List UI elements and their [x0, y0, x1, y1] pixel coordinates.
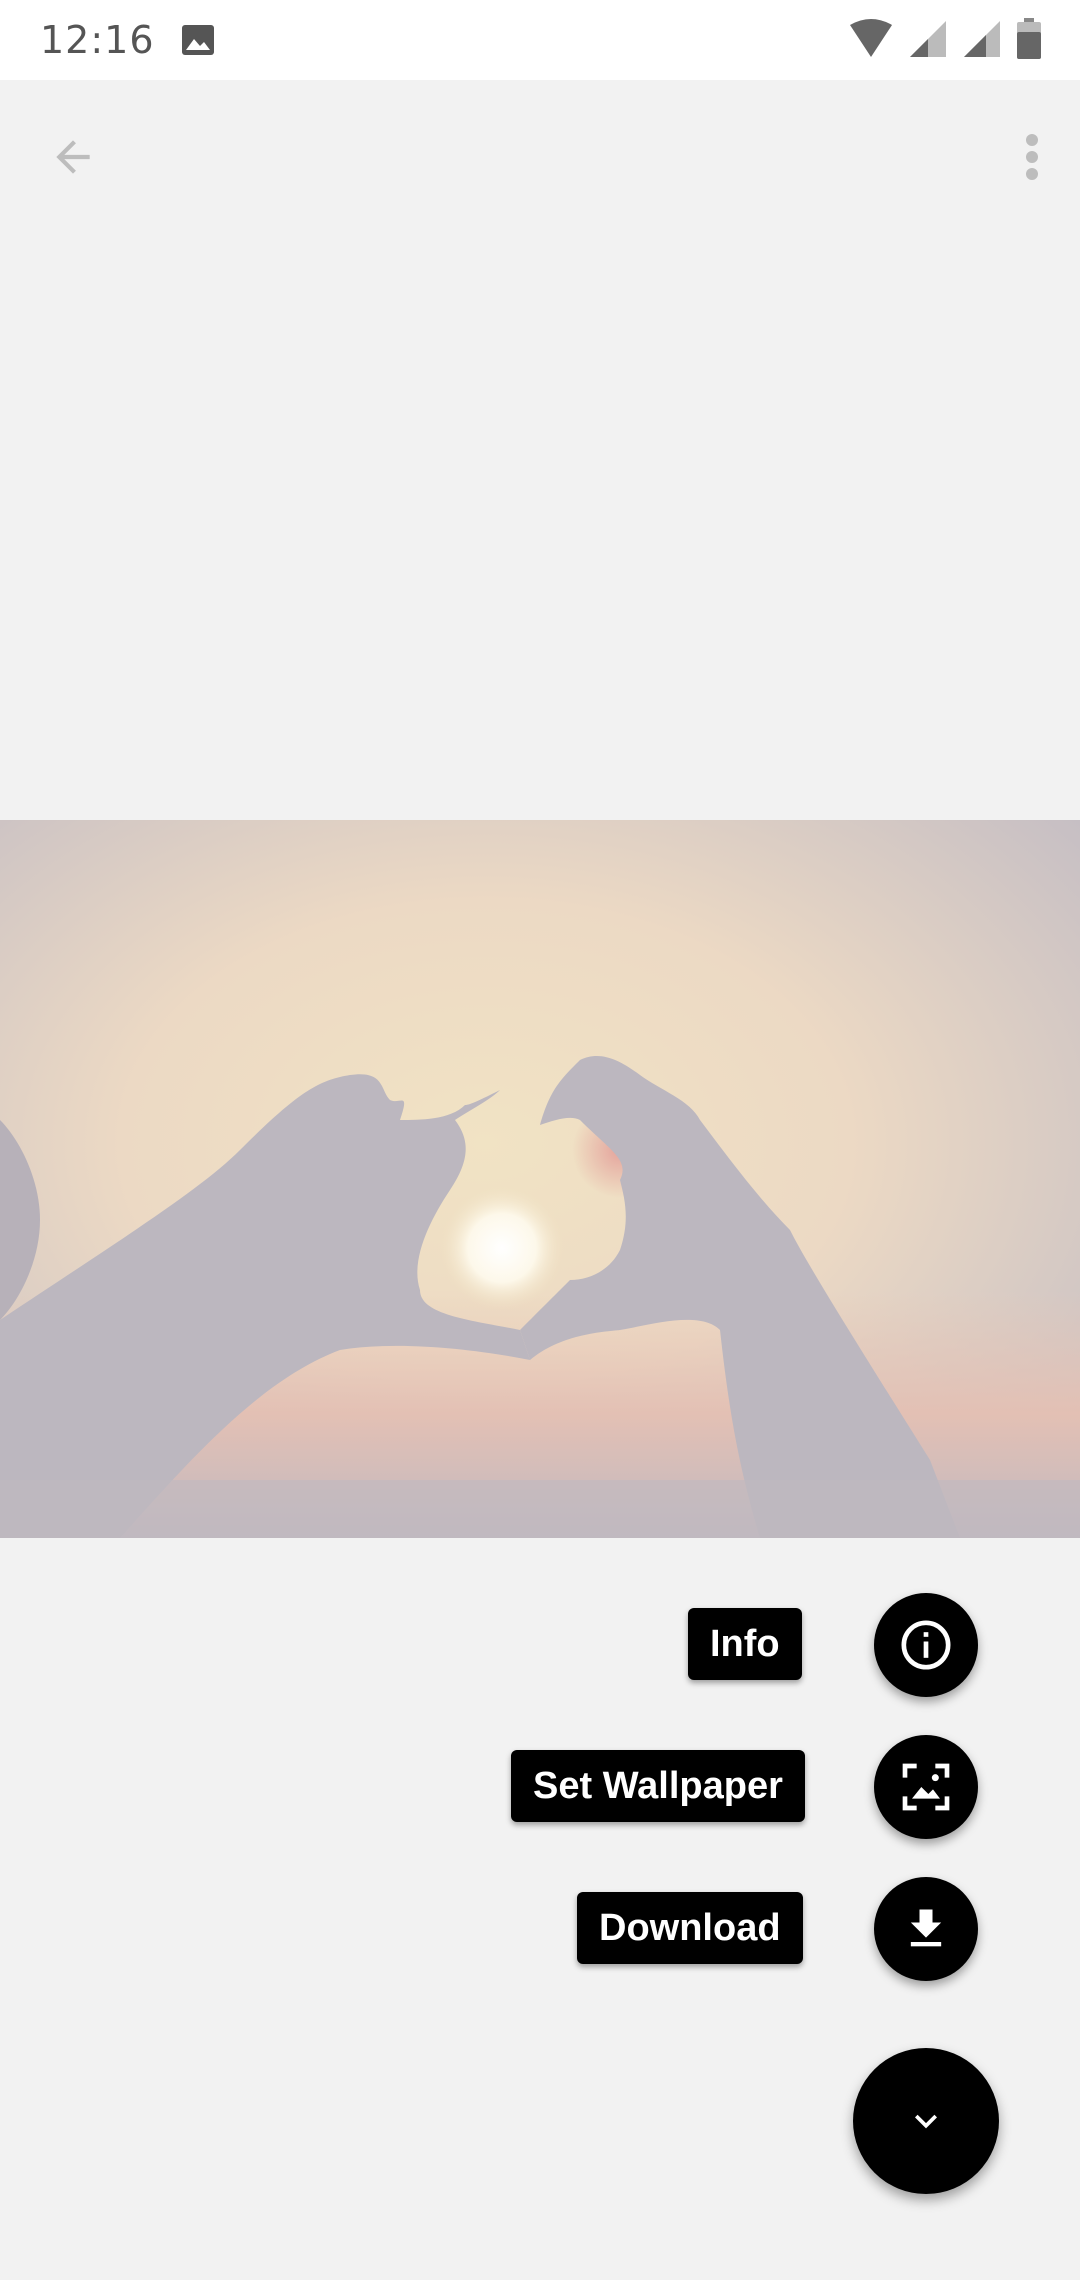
download-label[interactable]: Download: [577, 1892, 803, 1964]
info-icon: [901, 1620, 951, 1670]
signal-1-icon: [910, 21, 946, 57]
toolbar: [0, 80, 1080, 230]
signal-2-icon: [964, 21, 1000, 57]
wallpaper-icon: [902, 1763, 950, 1811]
gallery-notification-icon: [181, 25, 214, 55]
more-vert-icon: [1026, 134, 1038, 180]
arrow-back-icon: [56, 140, 90, 174]
battery-icon: [1017, 18, 1041, 59]
info-label[interactable]: Info: [688, 1608, 802, 1680]
download-button[interactable]: [874, 1877, 978, 1981]
overflow-menu-button[interactable]: [1002, 122, 1062, 192]
speed-dial-toggle-button[interactable]: [853, 2048, 999, 2194]
status-icons: [848, 18, 1042, 60]
download-icon: [910, 1909, 942, 1947]
wifi-icon: [850, 19, 892, 57]
back-button[interactable]: [38, 122, 108, 192]
set-wallpaper-label[interactable]: Set Wallpaper: [511, 1750, 805, 1822]
wallpaper-detail-screen: 12:16 Info Set Wallpaper Download: [0, 0, 1080, 2280]
set-wallpaper-button[interactable]: [874, 1735, 978, 1839]
info-button[interactable]: [874, 1593, 978, 1697]
status-bar: 12:16: [0, 0, 1080, 80]
status-time: 12:16: [40, 18, 155, 62]
chevron-down-icon: [915, 2114, 937, 2129]
wallpaper-preview-image[interactable]: [0, 820, 1080, 1538]
hands-heart-sunset-image: [0, 820, 1080, 1538]
